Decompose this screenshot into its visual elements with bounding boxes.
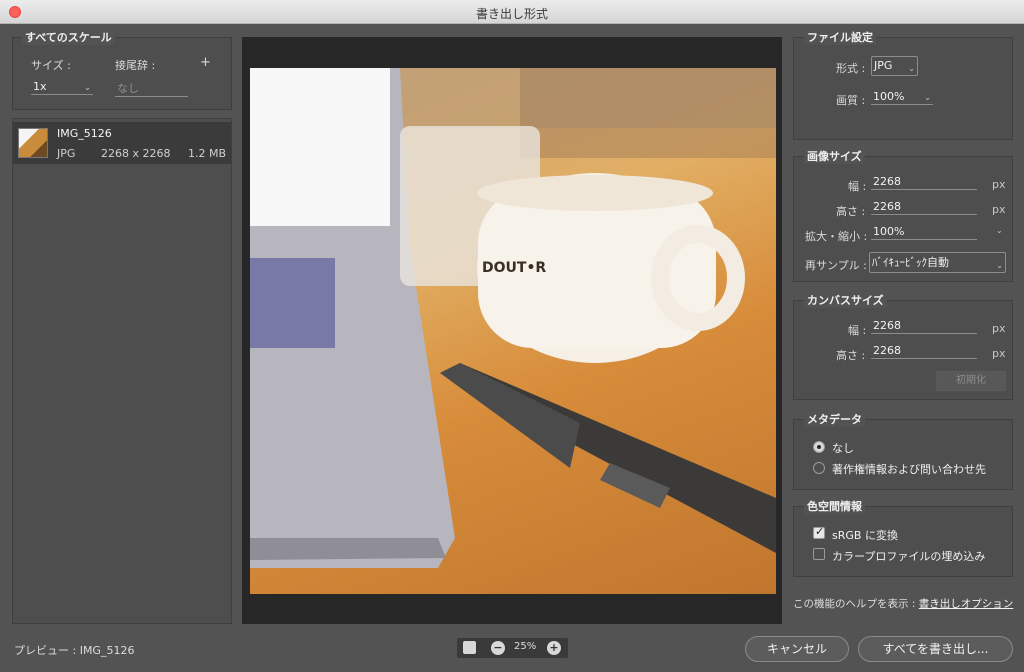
format-dropdown[interactable]: JPG ⌄ (871, 56, 918, 76)
image-height-input[interactable]: 2268 (871, 200, 977, 215)
export-all-button[interactable]: すべてを書き出し... (858, 636, 1013, 662)
metadata-title: メタデータ (804, 411, 865, 427)
scales-section-title: すべてのスケール (22, 29, 115, 45)
metadata-none-label: なし (832, 442, 854, 455)
chevron-down-icon: ⌄ (84, 83, 91, 92)
quality-dropdown[interactable]: 100% ⌄ (871, 90, 933, 105)
embed-profile-checkbox[interactable] (813, 548, 825, 560)
image-height-label: 高さ : (836, 205, 866, 218)
file-list-item[interactable]: IMG_5126 JPG 2268 x 2268 1.2 MB (13, 122, 231, 164)
color-space-title: 色空間情報 (804, 498, 865, 514)
svg-text:DOUT•R: DOUT•R (482, 260, 546, 276)
chevron-down-icon: ⌄ (996, 261, 1003, 270)
help-link[interactable]: 書き出しオプション (919, 598, 1014, 610)
file-list-panel (12, 118, 232, 624)
embed-profile-label: カラープロファイルの埋め込み (832, 550, 986, 563)
add-scale-button[interactable]: + (200, 55, 211, 70)
metadata-copyright-radio[interactable] (813, 462, 825, 474)
format-label: 形式 : (836, 62, 866, 75)
metadata-none-radio[interactable] (813, 441, 825, 453)
canvas-height-unit: px (992, 347, 1006, 360)
canvas-width-unit: px (992, 322, 1006, 335)
help-text: この機能のヘルプを表示 : 書き出しオプション (793, 598, 1015, 611)
quality-label: 画質 : (836, 94, 866, 107)
cancel-button[interactable]: キャンセル (745, 636, 849, 662)
minus-icon[interactable]: − (491, 641, 505, 655)
window-title: 書き出し形式 (475, 7, 548, 21)
file-settings-panel (793, 37, 1013, 140)
resample-value: ﾊﾞｲｷｭｰﾋﾞｯｸ自動 (872, 256, 949, 269)
quality-value: 100% (873, 90, 905, 103)
file-size: 1.2 MB (188, 147, 227, 160)
image-width-label: 幅 : (848, 180, 867, 193)
preview-label: プレビュー : IMG_5126 (14, 644, 135, 657)
file-format: JPG (57, 147, 76, 160)
file-name: IMG_5126 (57, 127, 112, 140)
image-width-unit: px (992, 178, 1006, 191)
file-settings-title: ファイル設定 (804, 29, 876, 45)
reset-button[interactable]: 初期化 (936, 371, 1006, 391)
help-prefix: この機能のヘルプを表示 : (793, 598, 916, 610)
scales-panel (12, 37, 232, 110)
scale-input[interactable]: 100% (871, 225, 977, 240)
chevron-down-icon: ⌄ (924, 93, 931, 102)
srgb-label: sRGB に変換 (832, 529, 898, 542)
zoom-value: 25% (514, 641, 537, 652)
image-height-unit: px (992, 203, 1006, 216)
image-width-input[interactable]: 2268 (871, 175, 977, 190)
resample-dropdown[interactable]: ﾊﾞｲｷｭｰﾋﾞｯｸ自動 ⌄ (869, 252, 1006, 273)
srgb-checkbox[interactable] (813, 525, 825, 539)
preview-image: DOUT•R (250, 68, 776, 594)
title-bar: 書き出し形式 (0, 0, 1024, 24)
metadata-panel (793, 419, 1013, 490)
metadata-copyright-label: 著作権情報および問い合わせ先 (832, 463, 986, 476)
format-value: JPG (874, 59, 893, 72)
scale-label: 拡大・縮小 : (805, 230, 868, 243)
file-dimensions: 2268 x 2268 (101, 147, 171, 160)
plus-icon[interactable]: + (547, 641, 561, 655)
size-label: サイズ : (31, 59, 71, 72)
canvas-height-input[interactable]: 2268 (871, 344, 977, 359)
chevron-down-icon[interactable]: ⌄ (996, 226, 1003, 235)
zoom-controls: − 25% + (457, 638, 568, 658)
canvas-size-title: カンバスサイズ (804, 292, 887, 308)
size-dropdown[interactable]: 1x ⌄ (31, 80, 93, 95)
canvas-width-input[interactable]: 2268 (871, 319, 977, 334)
suffix-placeholder: なし (117, 82, 139, 95)
image-thumbnail (18, 128, 48, 158)
canvas-height-label: 高さ : (836, 349, 866, 362)
chevron-down-icon: ⌄ (908, 64, 915, 73)
suffix-input[interactable]: なし (115, 82, 188, 97)
canvas-width-label: 幅 : (848, 324, 867, 337)
fit-screen-icon[interactable] (463, 641, 476, 654)
image-size-title: 画像サイズ (804, 148, 865, 164)
color-space-panel (793, 506, 1013, 577)
size-value: 1x (33, 80, 47, 93)
preview-photo-illustration: DOUT•R (250, 68, 776, 568)
resample-label: 再サンプル : (805, 259, 867, 272)
suffix-label: 接尾辞 : (115, 59, 156, 72)
